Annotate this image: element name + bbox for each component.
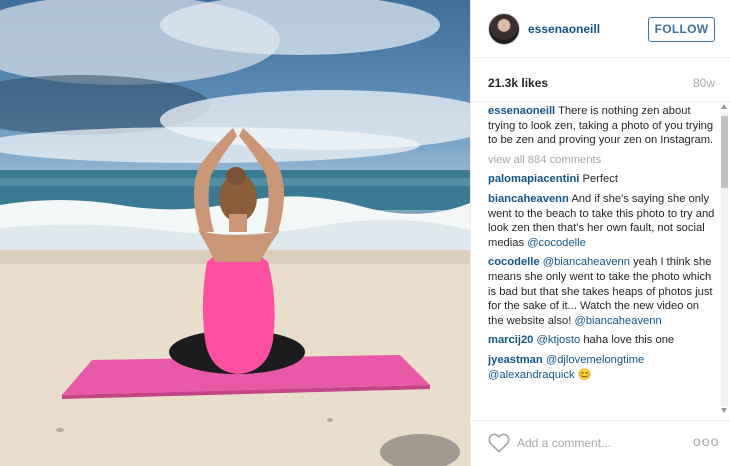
comment-text: Perfect — [582, 173, 618, 186]
comment-item: cocodelle @biancaheavenn yeah I think sh… — [488, 255, 716, 328]
comment-username[interactable]: jyeastman — [488, 354, 543, 366]
post-side-panel: essenaoneill FOLLOW 21.3k likes 80w esse… — [470, 0, 730, 466]
comment-username[interactable]: cocodelle — [488, 256, 540, 268]
comment-item: palomapiacentini Perfect — [488, 172, 716, 187]
comment-item: marcij20 @ktjosto haha love this one — [488, 333, 716, 348]
follow-button[interactable]: FOLLOW — [648, 17, 715, 42]
comment-mention[interactable]: @biancaheavenn — [574, 315, 661, 327]
comment-footer: ooo — [471, 420, 730, 466]
comment-item: biancaheavenn And if she's saying she on… — [488, 192, 716, 250]
comment-username[interactable]: palomapiacentini — [488, 173, 579, 185]
comment-mention[interactable]: @cocodelle — [527, 237, 586, 249]
scroll-down-arrow-icon[interactable] — [721, 408, 727, 413]
post-age[interactable]: 80w — [693, 76, 715, 90]
comment-text: 😊 — [577, 368, 592, 381]
post-username[interactable]: essenaoneill — [528, 22, 600, 36]
scroll-up-arrow-icon[interactable] — [721, 104, 727, 109]
comment-username[interactable]: biancaheavenn — [488, 193, 569, 205]
heart-outline-icon[interactable] — [488, 433, 510, 453]
comment-mention[interactable]: @biancaheavenn — [543, 256, 630, 268]
add-comment-input[interactable] — [517, 433, 677, 453]
view-all-comments-link[interactable]: view all 884 comments — [488, 153, 716, 168]
post-caption: essenaoneill There is nothing zen about … — [488, 104, 716, 148]
more-options-icon[interactable]: ooo — [693, 433, 719, 449]
scroll-thumb[interactable] — [721, 116, 728, 188]
comment-mention[interactable]: @alexandraquick — [488, 369, 575, 381]
yoga-beach-image — [0, 0, 470, 466]
avatar[interactable] — [488, 13, 520, 45]
comment-username[interactable]: marcij20 — [488, 334, 533, 346]
comment-mention[interactable]: @ktjosto — [537, 334, 581, 346]
post-stats: 21.3k likes 80w — [471, 58, 730, 102]
post-photo[interactable] — [0, 0, 470, 466]
comment-text: haha love this one — [583, 334, 675, 347]
comment-item: jyeastman @djlovemelongtime @alexandraqu… — [488, 353, 716, 382]
likes-count[interactable]: 21.3k likes — [488, 76, 548, 90]
comments-list: essenaoneill There is nothing zen about … — [488, 104, 716, 414]
comment-mention[interactable]: @djlovemelongtime — [546, 354, 644, 366]
caption-username[interactable]: essenaoneill — [488, 105, 555, 117]
comments-scrollbar[interactable] — [720, 104, 729, 414]
post-header: essenaoneill FOLLOW — [471, 0, 730, 58]
